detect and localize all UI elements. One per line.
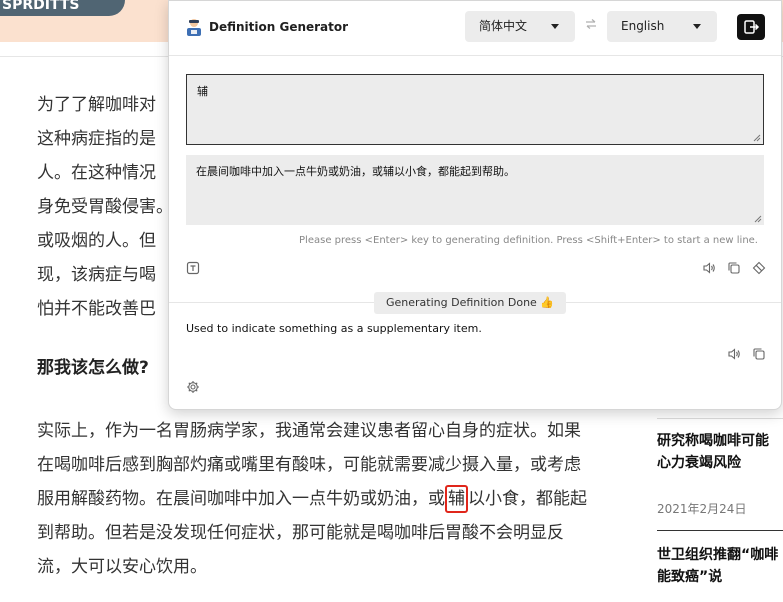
resize-handle-icon[interactable]	[754, 215, 762, 223]
sidebar-story-title: 世卫组织推翻“咖啡	[657, 547, 779, 563]
sentence-context-input[interactable]: 在晨间咖啡中加入一点牛奶或奶油，或辅以小食，都能起到帮助。	[186, 155, 764, 225]
exit-button[interactable]	[737, 14, 765, 40]
banner-title-pill: SPRDITTS	[0, 0, 125, 16]
text-format-button[interactable]	[185, 260, 201, 276]
eraser-icon	[752, 261, 766, 275]
article-text: 服用解酸药物。在晨间咖啡中加入一点牛奶或奶油，或	[37, 489, 445, 509]
word-input-value: 辅	[197, 85, 208, 98]
sidebar-divider	[657, 530, 783, 531]
article-line-2: 这种病症指的是	[37, 129, 156, 149]
source-language-select[interactable]: 简体中文	[465, 11, 575, 42]
target-language-value: English	[621, 19, 665, 33]
sidebar-story-date: 2021年2月24日	[657, 500, 783, 517]
popup-title: Definition Generator	[209, 20, 349, 34]
app-logo-icon	[187, 19, 201, 36]
article-para-line-2: 在喝咖啡后感到胸部灼痛或嘴里有酸味，可能就需要减少摄入量，或考虑	[37, 455, 581, 475]
popup-header: Definition Generator 简体中文 English	[169, 1, 781, 56]
exit-icon	[744, 20, 760, 34]
target-language-select[interactable]: English	[607, 11, 717, 42]
article-line-7: 怕并不能改善巴	[37, 299, 156, 319]
settings-button[interactable]	[185, 379, 201, 395]
definition-result: Used to indicate something as a suppleme…	[186, 322, 482, 335]
copy-icon	[728, 262, 740, 274]
speaker-icon	[728, 348, 740, 360]
sidebar-story-title: 研究称喝咖啡可能	[657, 433, 769, 449]
selected-word-highlight[interactable]: 辅	[445, 485, 468, 513]
article-text: 以小食，都能起	[468, 489, 587, 509]
sidebar-story-title: 心力衰竭风险	[657, 455, 741, 471]
clear-button[interactable]	[751, 260, 767, 276]
article-para-line-5: 流，大可以安心饮用。	[37, 557, 207, 577]
keyboard-hint: Please press <Enter> key to generating d…	[299, 235, 758, 246]
word-input[interactable]: 辅	[186, 74, 764, 145]
sidebar-story-2[interactable]: 世卫组织推翻“咖啡 能致癌”说	[657, 544, 783, 588]
article-subheading: 那我该怎么做?	[37, 358, 149, 378]
source-language-value: 简体中文	[479, 19, 528, 33]
text-format-icon	[186, 261, 200, 275]
chevron-down-icon	[551, 24, 559, 29]
swap-icon[interactable]	[585, 19, 597, 29]
article-line-4: 身免受胃酸侵害。	[37, 197, 173, 217]
sidebar-divider	[657, 418, 783, 419]
resize-handle-icon[interactable]	[753, 134, 761, 142]
sidebar-story-title: 能致癌”说	[657, 569, 723, 585]
speaker-icon	[703, 262, 715, 274]
article-para-line-4: 到帮助。但若是没发现任何症状，那可能就是喝咖啡后胃酸不会明显反	[37, 523, 564, 543]
speak-source-button[interactable]	[701, 260, 717, 276]
status-badge: Generating Definition Done 👍	[374, 292, 567, 314]
definition-generator-popup: Definition Generator 简体中文 English 辅 在晨间咖…	[168, 0, 782, 410]
article-line-3: 人。在这种情况	[37, 163, 156, 183]
article-para-line-1: 实际上，作为一名胃肠病学家，我通常会建议患者留心自身的症状。如果	[37, 421, 581, 441]
article-line-5: 或吸烟的人。但	[37, 231, 156, 251]
article-line-1: 为了了解咖啡对	[37, 95, 156, 115]
copy-source-button[interactable]	[726, 260, 742, 276]
sentence-context-value: 在晨间咖啡中加入一点牛奶或奶油，或辅以小食，都能起到帮助。	[196, 165, 515, 178]
article-para-line-3: 服用解酸药物。在晨间咖啡中加入一点牛奶或奶油，或辅以小食，都能起	[37, 482, 587, 516]
story-date: 2021年2月24日	[657, 502, 747, 516]
settings-icon	[187, 381, 199, 393]
chevron-down-icon	[693, 24, 701, 29]
sidebar-story-1[interactable]: 研究称喝咖啡可能 心力衰竭风险	[657, 430, 783, 474]
copy-icon	[753, 348, 765, 360]
speak-definition-button[interactable]	[726, 346, 742, 362]
copy-definition-button[interactable]	[751, 346, 767, 362]
article-line-6: 现，该病症与喝	[37, 265, 156, 285]
